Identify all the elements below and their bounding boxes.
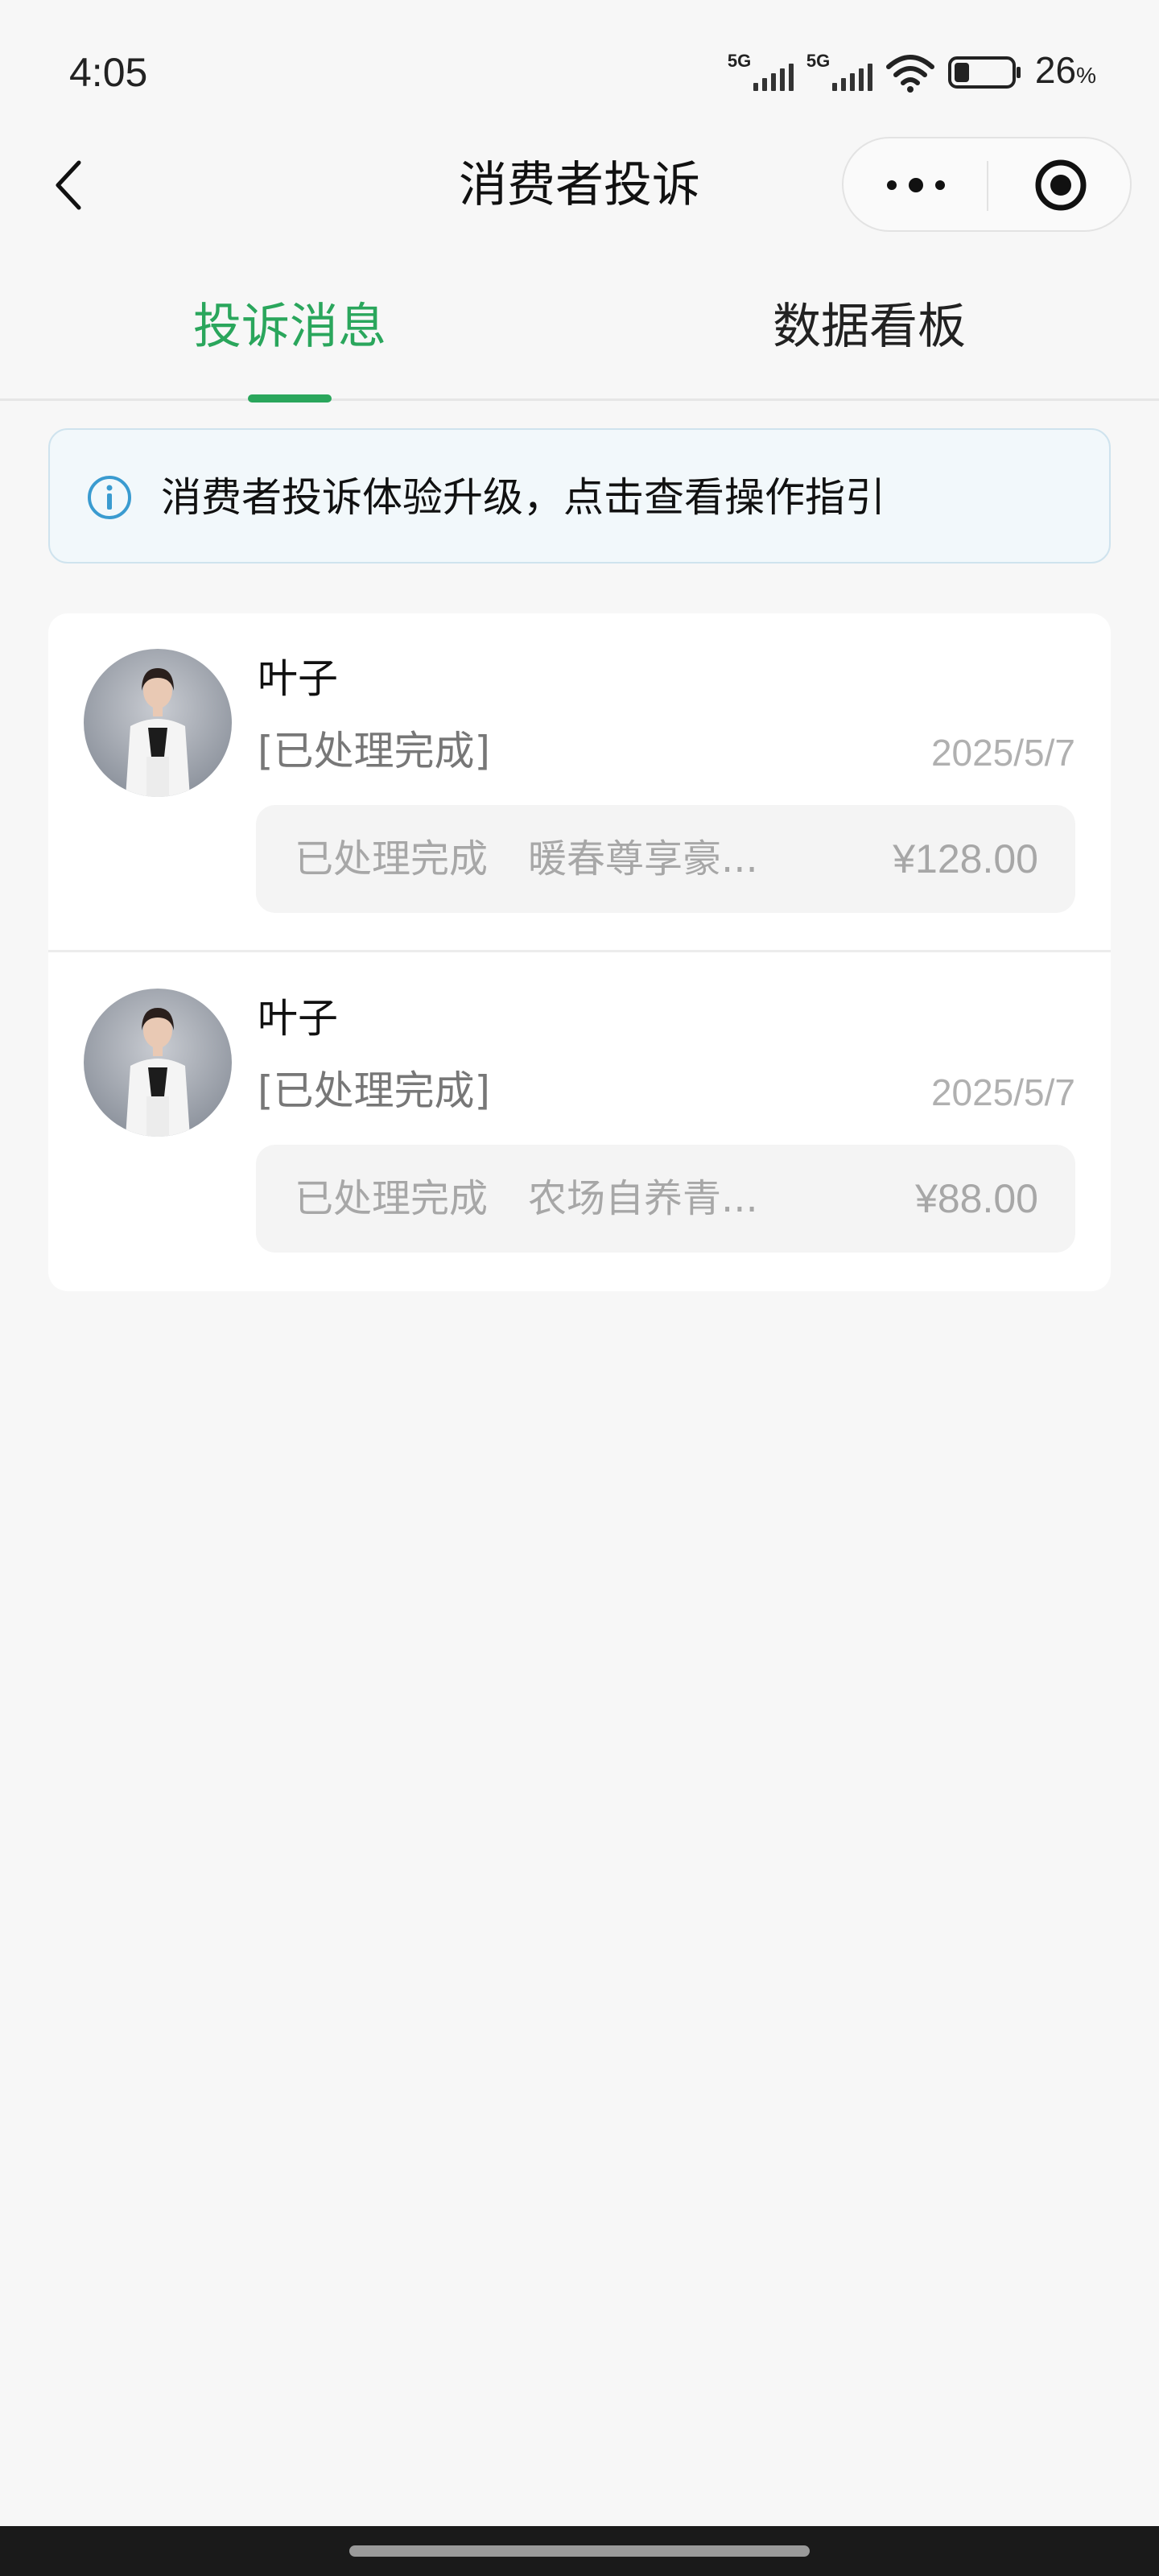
order-product-name: 暖春尊享豪... — [528, 836, 758, 881]
complaint-status: [已处理完成] — [258, 1067, 491, 1114]
user-name: 叶子 — [258, 995, 338, 1042]
tab-complaint-messages[interactable]: 投诉消息 — [0, 256, 580, 398]
avatar — [84, 649, 232, 797]
complaint-item[interactable]: 叶子 [已处理完成] 2025/5/7 已处理完成 暖春尊享豪... ¥128.… — [48, 613, 1111, 952]
order-product-name: 农场自养青... — [528, 1176, 758, 1221]
complaint-list: 叶子 [已处理完成] 2025/5/7 已处理完成 暖春尊享豪... ¥128.… — [48, 613, 1111, 1291]
row-divider — [48, 950, 1111, 952]
battery-icon — [947, 56, 1021, 89]
target-circle-icon — [1035, 159, 1087, 211]
complaint-item[interactable]: 叶子 [已处理完成] 2025/5/7 已处理完成 农场自养青... ¥88.0… — [48, 953, 1111, 1291]
battery-percent: 26% — [1034, 48, 1096, 91]
tab-bar: 投诉消息 数据看板 — [0, 256, 1159, 402]
home-indicator[interactable] — [349, 2545, 810, 2557]
system-navigation-bar — [0, 2526, 1159, 2576]
complaint-date: 2025/5/7 — [930, 1071, 1075, 1113]
more-button[interactable] — [852, 147, 980, 224]
notice-text: 消费者投诉体验升级，点击查看操作指引 — [161, 474, 885, 521]
status-time: 4:05 — [69, 50, 148, 95]
sim2-label: 5G — [806, 51, 831, 71]
wifi-icon — [885, 55, 934, 93]
close-button[interactable] — [996, 147, 1125, 224]
sim1-label: 5G — [727, 51, 752, 71]
order-summary[interactable]: 已处理完成 暖春尊享豪... ¥128.00 — [256, 805, 1075, 913]
order-summary[interactable]: 已处理完成 农场自养青... ¥88.00 — [256, 1145, 1075, 1253]
order-price: ¥128.00 — [893, 836, 1038, 881]
guide-notice-banner[interactable]: 消费者投诉体验升级，点击查看操作指引 — [48, 428, 1111, 564]
active-tab-indicator — [248, 394, 332, 402]
order-status: 已处理完成 — [295, 1176, 489, 1221]
status-icons: 5G 5G 26% — [728, 48, 1096, 97]
avatar — [84, 989, 232, 1137]
complaint-status: [已处理完成] — [258, 728, 491, 774]
order-status: 已处理完成 — [295, 836, 489, 881]
user-name: 叶子 — [258, 655, 338, 702]
nav-bar: 消费者投诉 — [0, 137, 1159, 233]
tab-label: 投诉消息 — [193, 299, 386, 355]
capsule-divider — [987, 161, 988, 211]
mini-program-capsule — [842, 137, 1132, 232]
info-icon — [88, 476, 131, 519]
more-dots-icon — [887, 178, 945, 192]
tab-label: 数据看板 — [773, 299, 966, 355]
complaint-date: 2025/5/7 — [930, 732, 1075, 774]
status-bar: 4:05 5G 5G 26% — [0, 0, 1159, 145]
signal-icon: 5G — [728, 51, 794, 94]
signal-icon: 5G — [806, 51, 872, 94]
order-price: ¥88.00 — [915, 1176, 1038, 1221]
tab-data-dashboard[interactable]: 数据看板 — [580, 256, 1159, 398]
